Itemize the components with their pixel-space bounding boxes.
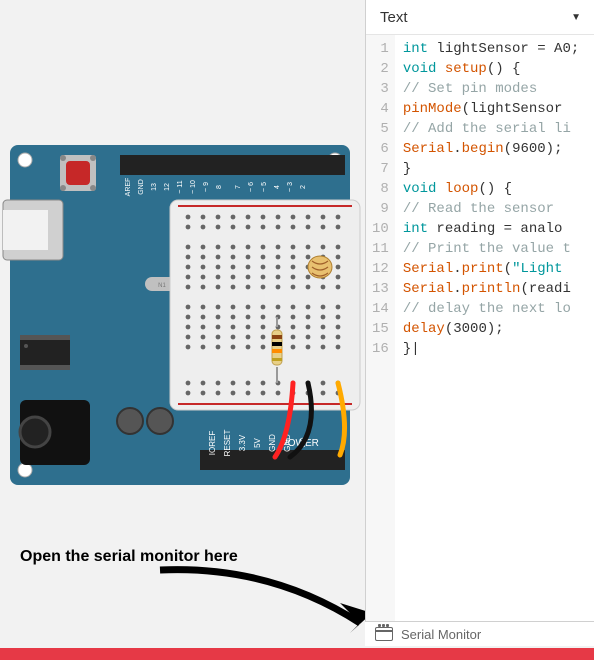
svg-text:RESET: RESET: [223, 430, 232, 457]
serial-monitor-icon: [375, 627, 393, 641]
serial-monitor-button[interactable]: Serial Monitor: [365, 621, 594, 646]
svg-text:3.3V: 3.3V: [238, 434, 247, 451]
svg-text:12: 12: [164, 183, 171, 191]
svg-text:N1: N1: [158, 283, 166, 289]
svg-text:4: 4: [274, 185, 281, 189]
svg-text:GND: GND: [268, 434, 277, 452]
code-panel: Text ▼ 12345678910111213141516 int light…: [365, 0, 594, 641]
circuit-canvas[interactable]: POWER IOREF RESET 3.3V 5V GND GND Vin AR…: [0, 0, 365, 660]
line-gutter: 12345678910111213141516: [366, 35, 395, 641]
code-mode-label: Text: [380, 9, 408, 26]
code-editor[interactable]: 12345678910111213141516 int lightSensor …: [366, 35, 594, 641]
svg-text:13: 13: [151, 183, 158, 191]
svg-text:~ 6: ~ 6: [248, 182, 255, 192]
svg-text:~ 3: ~ 3: [287, 182, 294, 192]
svg-text:5V: 5V: [253, 437, 262, 447]
svg-text:AREF: AREF: [125, 178, 132, 197]
code-body[interactable]: int lightSensor = A0;void setup() { // S…: [395, 35, 579, 641]
svg-text:IOREF: IOREF: [208, 431, 217, 456]
annotation-arrow: [150, 555, 390, 645]
arduino-board[interactable]: POWER IOREF RESET 3.3V 5V GND GND Vin AR…: [0, 135, 365, 515]
svg-text:7: 7: [235, 185, 242, 189]
svg-text:~ 5: ~ 5: [261, 182, 268, 192]
svg-text:~ 10: ~ 10: [190, 180, 197, 194]
serial-monitor-label: Serial Monitor: [401, 627, 481, 642]
annotation-text: Open the serial monitor here: [20, 548, 238, 566]
caret-down-icon: ▼: [571, 12, 581, 23]
code-mode-dropdown[interactable]: Text ▼: [376, 7, 585, 28]
svg-text:8: 8: [216, 185, 223, 189]
bottom-accent-bar: [0, 648, 594, 660]
svg-text:~ 9: ~ 9: [203, 182, 210, 192]
svg-text:~ 11: ~ 11: [177, 180, 184, 193]
svg-text:GND: GND: [138, 179, 145, 195]
svg-text:2: 2: [300, 185, 307, 189]
